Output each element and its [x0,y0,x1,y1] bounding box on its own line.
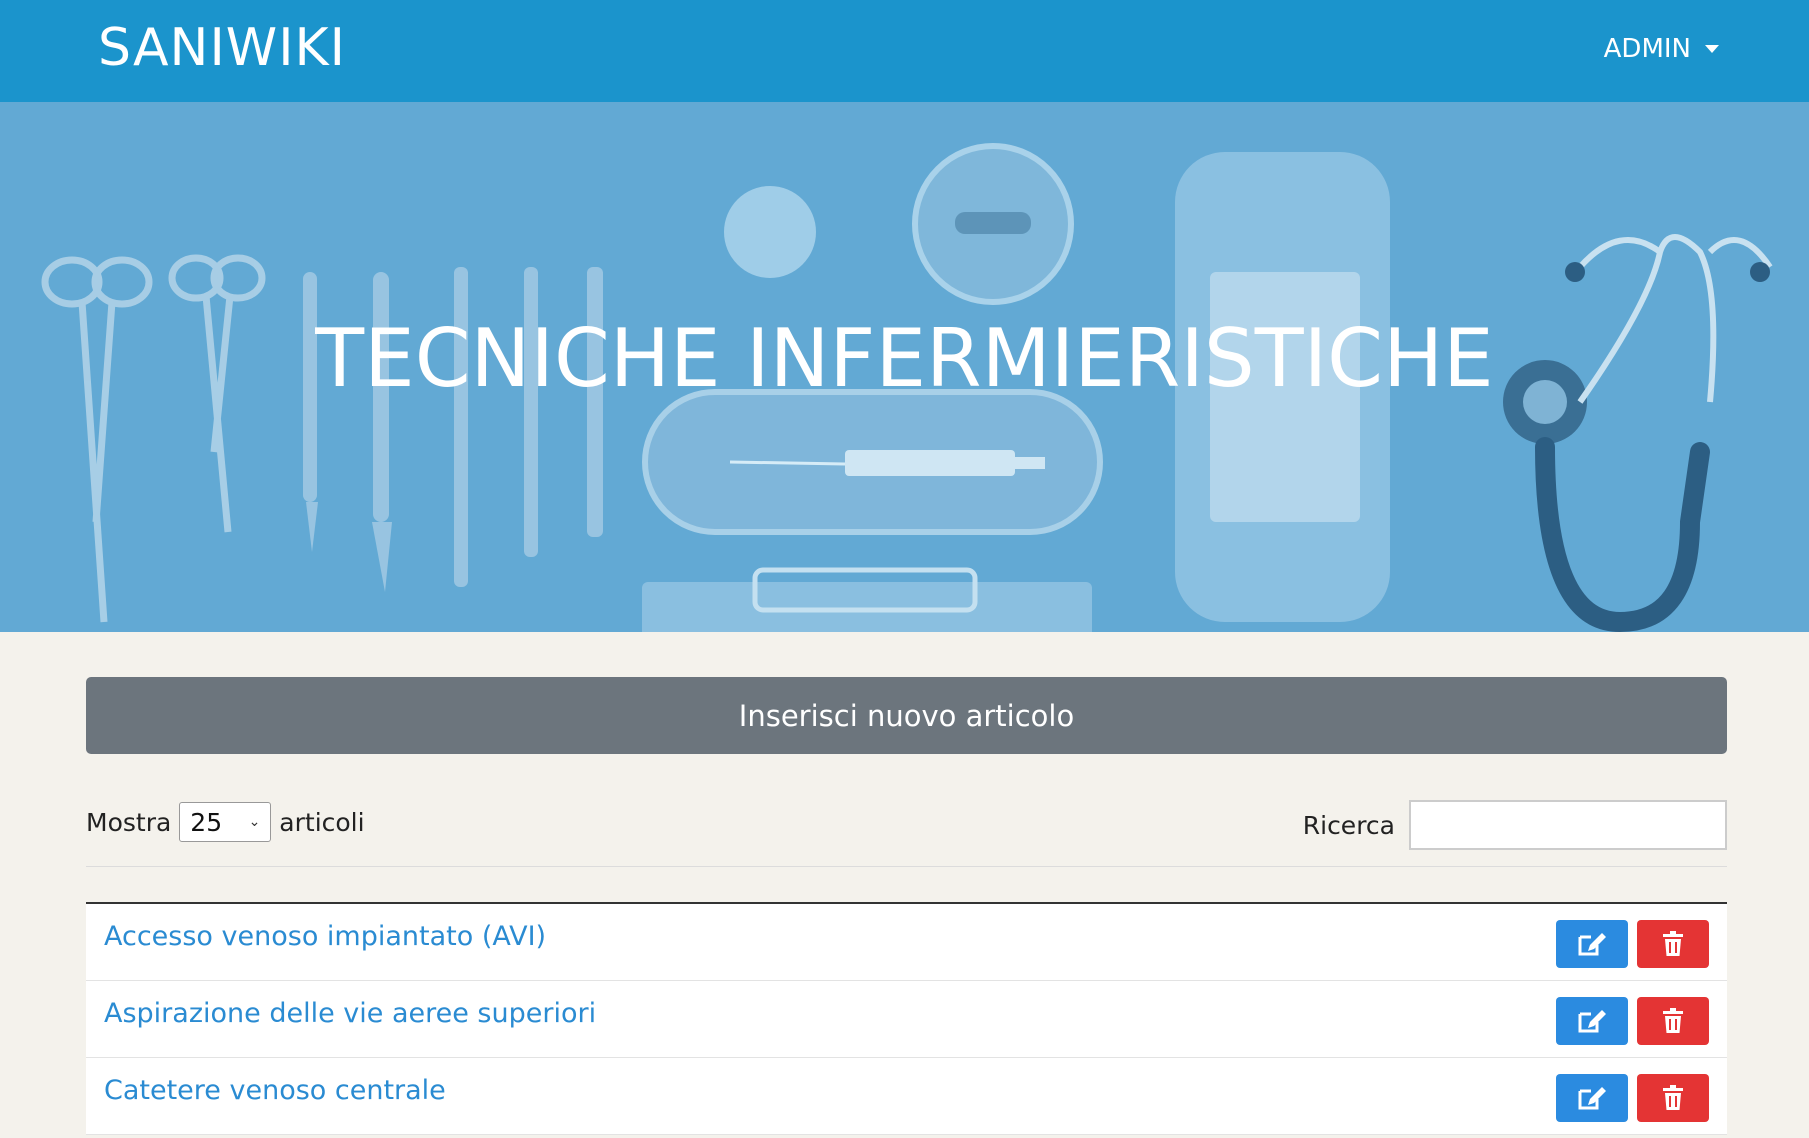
brand-logo[interactable]: SANIWIKI [98,18,346,78]
article-link[interactable]: Accesso venoso impiantato (AVI) [104,921,546,952]
delete-button[interactable] [1637,920,1709,968]
trash-icon [1663,1085,1683,1110]
trash-icon [1663,1008,1683,1033]
search-label: Ricerca [1302,810,1395,840]
edit-icon [1578,1087,1606,1110]
row-actions [1556,920,1709,968]
edit-icon [1578,933,1606,956]
hero-banner: TECNICHE INFERMIERISTICHE [0,102,1809,632]
trash-icon [1663,931,1683,956]
search-control: Ricerca [1303,800,1727,850]
edit-button[interactable] [1556,1074,1628,1122]
delete-button[interactable] [1637,997,1709,1045]
items-label: articoli [279,807,365,837]
divider [86,866,1727,867]
article-link[interactable]: Aspirazione delle vie aeree superiori [104,998,596,1029]
edit-button[interactable] [1556,920,1628,968]
edit-button[interactable] [1556,997,1628,1045]
user-menu-label: ADMIN [1603,34,1691,64]
article-link[interactable]: Catetere venoso centrale [104,1075,446,1106]
table-controls: Mostra 25 ⌄ articoli Ricerca [86,800,1727,870]
delete-button[interactable] [1637,1074,1709,1122]
search-input[interactable] [1409,800,1727,850]
row-actions [1556,1074,1709,1122]
table-row: Catetere venoso centrale [86,1058,1727,1135]
table-row: Aspirazione delle vie aeree superiori [86,981,1727,1058]
row-actions [1556,997,1709,1045]
page-title: TECNICHE INFERMIERISTICHE [315,312,1494,405]
new-article-button[interactable]: Inserisci nuovo articolo [86,677,1727,754]
chevron-down-icon: ⌄ [248,814,261,830]
show-label: Mostra [86,807,172,837]
admin-user-menu[interactable]: ADMIN [1604,34,1719,64]
caret-down-icon [1705,45,1719,53]
page-size-control: Mostra 25 ⌄ articoli [86,802,365,842]
articles-table: Accesso venoso impiantato (AVI) Aspirazi… [86,902,1727,1135]
page-size-select[interactable]: 25 ⌄ [179,802,272,842]
page-size-value: 25 [190,807,223,837]
edit-icon [1578,1010,1606,1033]
table-row: Accesso venoso impiantato (AVI) [86,904,1727,981]
navbar: SANIWIKI ADMIN [0,0,1809,102]
